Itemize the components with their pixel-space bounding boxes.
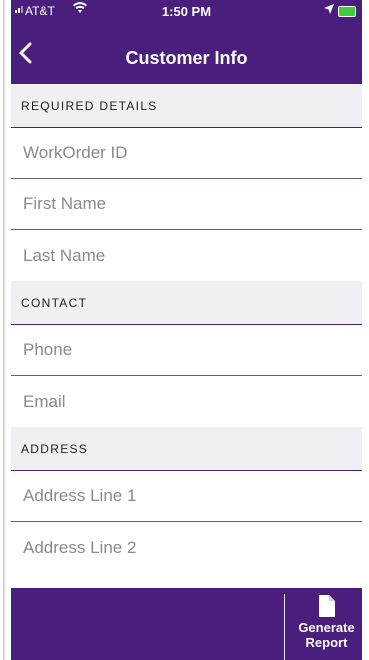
email-input[interactable] bbox=[21, 390, 362, 413]
phone-field bbox=[11, 325, 362, 376]
phone-screen: AT&T 1:50 PM Customer Info REQUIRED DETA… bbox=[3, 0, 366, 660]
workorder-field bbox=[11, 128, 362, 179]
section-header-required: REQUIRED DETAILS bbox=[11, 84, 362, 128]
navigation-bar: Customer Info bbox=[11, 24, 362, 84]
app-header: AT&T 1:50 PM Customer Info bbox=[11, 0, 362, 84]
section-header-contact: CONTACT bbox=[11, 281, 362, 325]
generate-report-button[interactable]: Generate Report bbox=[291, 592, 362, 660]
first-name-field bbox=[11, 179, 362, 230]
workorder-input[interactable] bbox=[21, 142, 362, 164]
last-name-input[interactable] bbox=[21, 244, 362, 267]
address-line2-input[interactable] bbox=[21, 536, 362, 559]
last-name-field bbox=[11, 230, 362, 281]
form-content: REQUIRED DETAILS CONTACT ADDRESS bbox=[11, 84, 362, 573]
first-name-input[interactable] bbox=[21, 193, 362, 215]
bottom-toolbar: Generate Report bbox=[11, 588, 362, 660]
toolbar-divider bbox=[284, 594, 285, 660]
email-field bbox=[11, 376, 362, 427]
status-bar: AT&T 1:50 PM bbox=[11, 0, 362, 22]
page-title: Customer Info bbox=[125, 48, 248, 68]
frame-edge-left bbox=[3, 0, 6, 660]
phone-input[interactable] bbox=[21, 339, 362, 361]
address-line2-field bbox=[11, 522, 362, 573]
generate-report-label-line1: Generate bbox=[298, 620, 355, 635]
generate-report-label-line2: Report bbox=[305, 635, 348, 650]
battery-icon bbox=[338, 6, 356, 17]
address-line1-input[interactable] bbox=[21, 485, 362, 507]
address-line1-field bbox=[11, 471, 362, 522]
location-arrow-icon bbox=[324, 4, 334, 17]
section-header-address: ADDRESS bbox=[11, 427, 362, 471]
document-icon bbox=[318, 595, 335, 617]
status-time: 1:50 PM bbox=[161, 4, 212, 19]
